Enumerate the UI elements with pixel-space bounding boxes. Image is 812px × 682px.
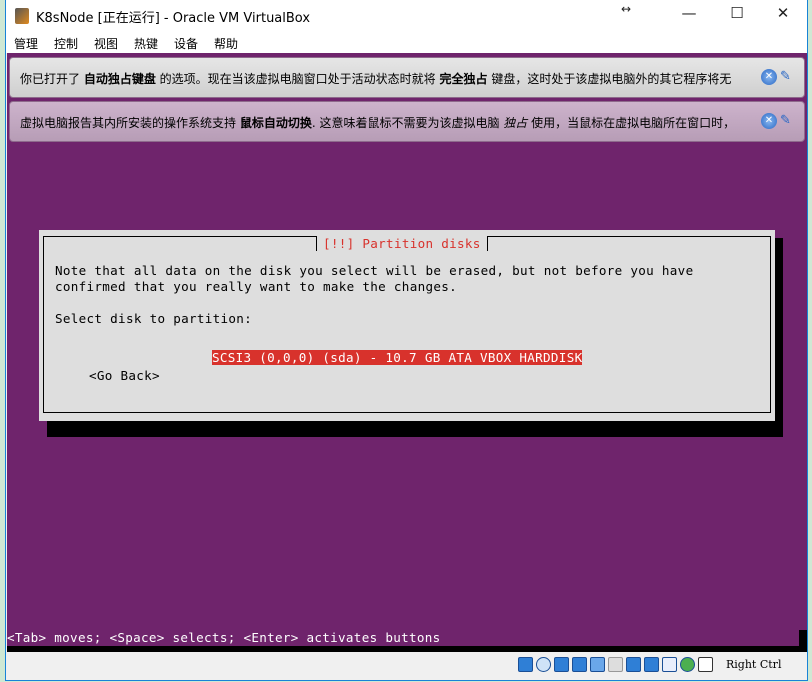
note-line-1: Note that all data on the disk you selec… (55, 263, 694, 278)
display-icon[interactable] (626, 657, 641, 672)
note-line-2: confirmed that you really want to make t… (55, 279, 457, 294)
note-text: . 这意味着鼠标不需要为该虚拟电脑 (311, 116, 504, 130)
maximize-button[interactable]: ☐ (722, 4, 752, 22)
virtualbox-icon (15, 8, 29, 24)
note-text: 使用，当鼠标在虚拟电脑所在窗口时， (527, 116, 736, 130)
network-icon[interactable] (572, 657, 587, 672)
window-title: K8sNode [正在运行] - Oracle VM VirtualBox (36, 11, 311, 26)
do-not-show-again-icon[interactable]: ✎ (780, 69, 796, 85)
hard-disk-icon[interactable] (518, 657, 533, 672)
audio-icon[interactable] (554, 657, 569, 672)
keyboard-capture-notification: 你已打开了 自动独占键盘 的选项。现在当该虚拟电脑窗口处于活动状态时就将 完全独… (9, 57, 805, 98)
partition-disks-dialog: [!!] Partition disks Note that all data … (39, 230, 775, 421)
mouse-integration-notification: 虚拟电脑报告其内所安装的操作系统支持 鼠标自动切换. 这意味着鼠标不需要为该虚拟… (9, 101, 805, 142)
note-text: 键盘，这时处于该虚拟电脑外的其它程序将无 (487, 72, 732, 86)
menu-devices[interactable]: 设备 (174, 35, 198, 52)
note-text: 的选项。现在当该虚拟电脑窗口处于活动状态时就将 (155, 72, 440, 86)
menu-machine[interactable]: 管理 (14, 35, 38, 52)
select-prompt: Select disk to partition: (55, 311, 253, 326)
note-bold: 自动独占键盘 (83, 72, 156, 86)
note-bold: 鼠标自动切换 (239, 116, 312, 130)
close-notification-icon[interactable]: ✕ (761, 69, 777, 85)
shared-folders-icon[interactable] (608, 657, 623, 672)
status-bar: Right Ctrl (6, 652, 807, 680)
menu-view[interactable]: 视图 (94, 35, 118, 52)
menu-hotkeys[interactable]: 热键 (134, 35, 158, 52)
resize-icon: ↔ (620, 2, 632, 16)
dialog-shadow (775, 238, 783, 421)
keyboard-capture-icon[interactable] (698, 657, 713, 672)
do-not-show-again-icon[interactable]: ✎ (780, 113, 796, 129)
video-capture-icon[interactable] (644, 657, 659, 672)
close-notification-icon[interactable]: ✕ (761, 113, 777, 129)
note-text: 你已打开了 (20, 72, 84, 86)
close-button[interactable]: ✕ (768, 4, 798, 22)
usb-icon[interactable] (590, 657, 605, 672)
note-italic: 独占 (503, 116, 528, 130)
optical-drive-icon[interactable] (536, 657, 551, 672)
cpu-icon[interactable] (662, 657, 677, 672)
virtualbox-window: K8sNode [正在运行] - Oracle VM VirtualBox ↔ … (5, 0, 808, 681)
key-hint: <Tab> moves; <Space> selects; <Enter> ac… (7, 630, 441, 645)
dialog-frame: [!!] Partition disks Note that all data … (43, 236, 771, 413)
minimize-button[interactable]: — (674, 4, 704, 22)
dialog-shadow (47, 421, 783, 437)
go-back-button[interactable]: <Go Back> (89, 368, 160, 383)
menu-bar: 管理 控制 视图 热键 设备 帮助 (6, 32, 807, 53)
menu-control[interactable]: 控制 (54, 35, 78, 52)
note-bold: 完全独占 (439, 72, 488, 86)
mouse-integration-icon[interactable] (680, 657, 695, 672)
dialog-title: [!!] Partition disks (316, 236, 488, 251)
note-text: 虚拟电脑报告其内所安装的操作系统支持 (20, 116, 240, 130)
vm-screen[interactable]: 你已打开了 自动独占键盘 的选项。现在当该虚拟电脑窗口处于活动状态时就将 完全独… (7, 53, 807, 652)
title-bar: K8sNode [正在运行] - Oracle VM VirtualBox ↔ … (6, 0, 807, 32)
disk-option-sda[interactable]: SCSI3 (0,0,0) (sda) - 10.7 GB ATA VBOX H… (212, 350, 583, 365)
host-key-label: Right Ctrl (726, 658, 782, 671)
menu-help[interactable]: 帮助 (214, 35, 238, 52)
